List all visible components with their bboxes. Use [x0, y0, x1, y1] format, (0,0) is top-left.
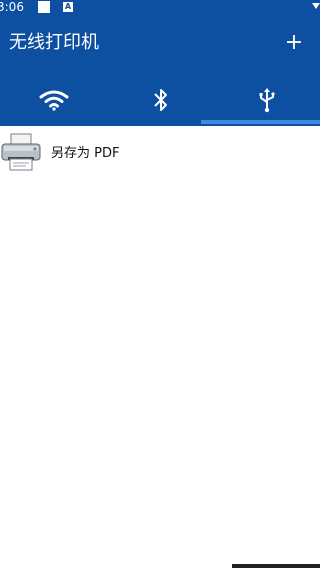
bluetooth-icon — [153, 88, 167, 111]
navigation-handle[interactable] — [232, 564, 320, 568]
status-time: 3:06 — [0, 0, 24, 14]
notification-a-icon: A — [63, 2, 73, 12]
tab-wifi[interactable] — [0, 76, 107, 123]
usb-icon — [259, 87, 275, 112]
signal-icon — [312, 3, 320, 9]
wifi-icon — [39, 90, 68, 111]
printer-label: 另存为 PDF — [51, 146, 120, 161]
status-bar: 3:06 A — [0, 0, 320, 14]
add-printer-button[interactable]: + — [283, 31, 305, 55]
page-title: 无线打印机 — [9, 32, 99, 53]
printer-icon — [1, 133, 41, 171]
tab-usb[interactable] — [214, 76, 320, 123]
tab-bluetooth[interactable] — [107, 76, 214, 123]
notification-icon — [38, 1, 50, 13]
app-bar: 无线打印机 + — [0, 14, 320, 76]
tab-bar — [0, 76, 320, 126]
printer-list-item[interactable]: 另存为 PDF — [0, 128, 320, 180]
tab-selected-indicator — [201, 120, 320, 124]
